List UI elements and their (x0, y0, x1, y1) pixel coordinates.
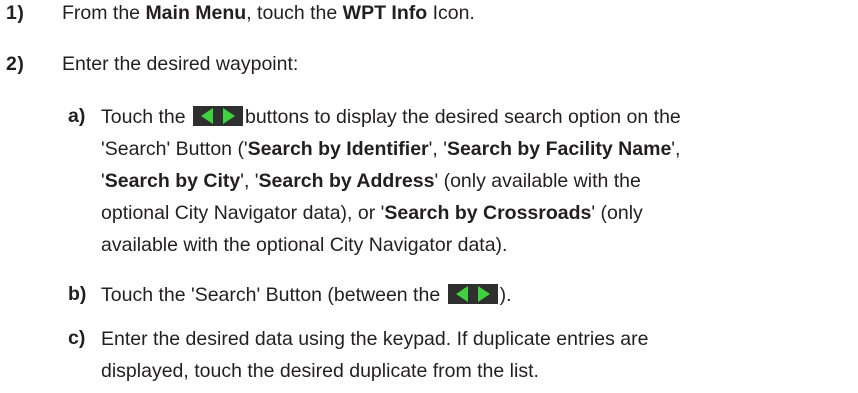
substep-b: b) Touch the 'Search' Button (between th… (0, 279, 858, 311)
substep-a: a) Touch the buttons to display the desi… (0, 101, 858, 271)
substep-a-text: Touch the buttons to display the desired… (101, 106, 681, 256)
substep-c-text: Enter the desired data using the keypad.… (101, 328, 649, 382)
step-1-number: 1) (6, 2, 25, 24)
substep-a-letter: a) (68, 105, 86, 127)
left-right-arrow-buttons-icon (192, 106, 243, 126)
substep-c: c) Enter the desired data using the keyp… (0, 323, 858, 389)
step-1: 1) From the Main Menu, touch the WPT Inf… (0, 2, 858, 34)
step-2-number: 2) (6, 53, 25, 75)
substep-b-letter: b) (68, 283, 87, 305)
step-1-text: From the Main Menu, touch the WPT Info I… (62, 2, 475, 24)
substep-c-letter: c) (68, 327, 86, 349)
step-2-text: Enter the desired waypoint: (62, 53, 299, 75)
substep-b-text: Touch the 'Search' Button (between the )… (101, 284, 512, 306)
left-right-arrow-buttons-icon (447, 284, 498, 304)
step-2: 2) Enter the desired waypoint: (0, 53, 858, 85)
